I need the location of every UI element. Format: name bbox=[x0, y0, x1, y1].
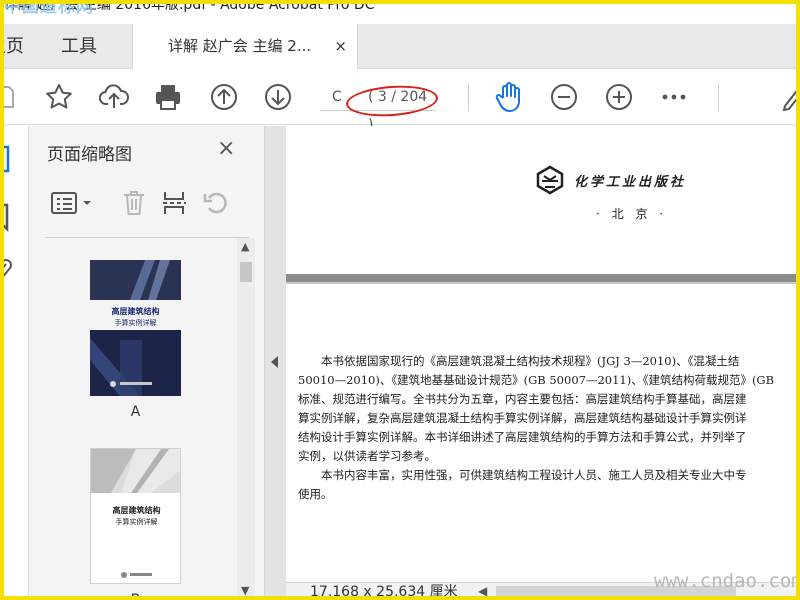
thumbnail-list: 高层建筑结构 手算实例详解 A 高层建筑结构 手算实例详解 B bbox=[45, 238, 237, 600]
toolbar-divider bbox=[468, 83, 469, 111]
left-rail bbox=[0, 126, 29, 600]
extract-pages-icon[interactable] bbox=[157, 186, 191, 220]
paragraph-line: 结构设计手算实例详解。本书详细讲述了高层建筑结构的手算方法和手算公式，并列举了 bbox=[298, 430, 747, 444]
paragraph-line: 实例，以供读者学习参考。 bbox=[298, 449, 436, 463]
page-separator bbox=[286, 274, 800, 282]
paragraph-line: 使用。 bbox=[298, 487, 333, 501]
panel-splitter[interactable] bbox=[265, 126, 286, 600]
paragraph-line: 标准、规范进行编写。全书共分为五章，内容主要包括：高层建筑结构手算基础，高层建 bbox=[298, 392, 747, 406]
tab-document[interactable]: 详解 赵广会 主编 2... × bbox=[132, 24, 358, 69]
more-icon[interactable] bbox=[656, 79, 692, 115]
thumbnails-panel-icon[interactable] bbox=[0, 144, 14, 178]
page-down-icon[interactable] bbox=[260, 79, 296, 115]
paragraph-line: 50010—2010)、《建筑地基基础设计规范》(GB 50007—2011)、… bbox=[298, 373, 775, 387]
publisher-city: · 北 京 · bbox=[596, 207, 668, 221]
current-page-input[interactable]: C bbox=[332, 83, 342, 111]
cover-artwork-a bbox=[90, 260, 181, 396]
thumbnail-toolbar bbox=[45, 178, 249, 238]
rotate-page-icon[interactable] bbox=[199, 186, 233, 220]
thumbnail-scrollbar[interactable]: ▲ ▼ bbox=[237, 238, 255, 600]
publisher-logo bbox=[536, 165, 564, 195]
tab-home[interactable]: 主页 bbox=[0, 24, 24, 69]
delete-page-icon[interactable] bbox=[117, 186, 151, 220]
paragraph-line: 算实例详解，复杂高层建筑混凝土结构手算实例详解，高层建筑结构基础设计手算实例详 bbox=[298, 411, 747, 425]
cover-title-b-line2: 手算实例详解 bbox=[115, 518, 158, 526]
scroll-down-arrow-icon[interactable]: ▼ bbox=[241, 584, 249, 597]
thumbnail-options-icon[interactable] bbox=[49, 186, 95, 220]
scroll-left-arrow-icon[interactable]: ◀ bbox=[478, 584, 487, 598]
tab-tools[interactable]: 工具 bbox=[61, 24, 97, 69]
site-watermark-bottom: www.cndao.com bbox=[654, 570, 800, 592]
document-tab-label: 详解 赵广会 主编 2... bbox=[168, 37, 312, 55]
bookmarks-panel-icon[interactable] bbox=[0, 202, 12, 236]
scroll-up-arrow-icon[interactable]: ▲ bbox=[241, 240, 249, 253]
page-up-icon[interactable] bbox=[206, 79, 242, 115]
thumbnail-scroll-thumb[interactable] bbox=[240, 262, 252, 282]
site-watermark-top: 中国道标网 bbox=[4, 0, 94, 17]
thumbnail-page-a[interactable]: 高层建筑结构 手算实例详解 bbox=[90, 260, 181, 396]
thumbnail-label-b: B bbox=[130, 592, 141, 600]
window-titlebar: 详解 赵广会 主编 2016年版.pdf - Adobe Acrobat Pro… bbox=[0, 0, 800, 24]
zoom-out-icon[interactable] bbox=[546, 79, 582, 115]
panel-close-icon[interactable]: × bbox=[217, 136, 235, 161]
attachments-panel-icon[interactable] bbox=[0, 258, 12, 288]
paragraph-line: 本书内容丰富，实用性强，可供建筑结构工程设计人员、施工人员及相关专业大中专 bbox=[298, 468, 747, 482]
thumbnail-label-a: A bbox=[130, 404, 141, 420]
cover-title-a-line2: 手算实例详解 bbox=[114, 319, 157, 327]
upload-icon[interactable] bbox=[96, 79, 132, 115]
publisher-name: 化学工业出版社 bbox=[574, 175, 687, 190]
document-view[interactable]: 化学工业出版社 · 北 京 · 本书依据国家现行的《高层建筑混凝土结构技术规程》… bbox=[286, 126, 800, 582]
page-size-readout: 17.168 x 25.634 厘米 bbox=[310, 584, 458, 600]
bookmark-star-icon[interactable] bbox=[41, 79, 77, 115]
page-separator-shadow bbox=[286, 282, 800, 284]
toolbar-divider-2 bbox=[718, 83, 719, 111]
close-tab-icon[interactable]: × bbox=[334, 24, 347, 69]
panel-title: 页面缩略图 bbox=[47, 145, 132, 165]
paragraph-line: 本书依据国家现行的《高层建筑混凝土结构技术规程》(JGJ 3—2010)、《混凝… bbox=[298, 354, 740, 368]
pen-icon[interactable] bbox=[776, 79, 800, 115]
collapse-panel-arrow-icon[interactable] bbox=[271, 356, 278, 368]
thumbnail-page-b[interactable]: 高层建筑结构 手算实例详解 bbox=[90, 448, 181, 584]
save-icon[interactable] bbox=[0, 79, 22, 115]
cover-title-a-line1: 高层建筑结构 bbox=[111, 307, 160, 316]
cover-title-b-line1: 高层建筑结构 bbox=[112, 506, 161, 515]
zoom-in-icon[interactable] bbox=[601, 79, 637, 115]
hand-tool-icon[interactable] bbox=[491, 79, 527, 115]
print-icon[interactable] bbox=[150, 79, 186, 115]
page-thumbnails-panel: 页面缩略图 × 高层建筑结构 手算实例详解 A 高层建筑结构 手算实例详解 B … bbox=[29, 126, 265, 600]
tab-bar: 主页 工具 详解 赵广会 主编 2... × bbox=[0, 24, 800, 69]
